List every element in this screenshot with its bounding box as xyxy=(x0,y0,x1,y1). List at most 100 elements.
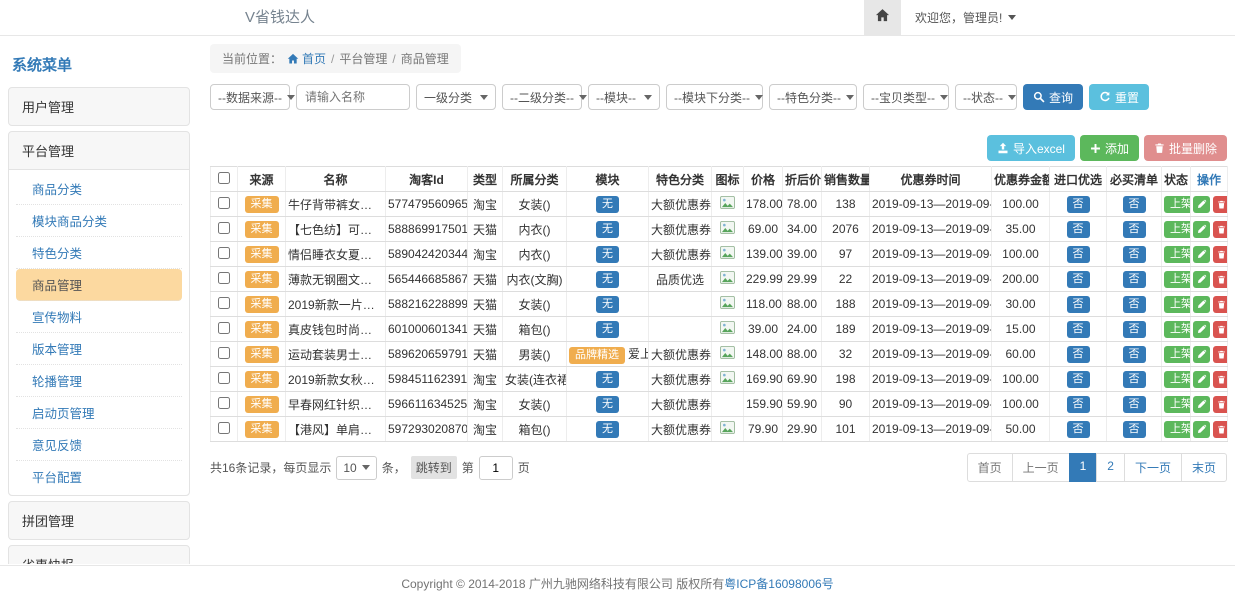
sidebar-item-1-3[interactable]: 商品管理 xyxy=(16,269,182,301)
row-checkbox[interactable] xyxy=(218,222,230,234)
module-none-badge[interactable]: 无 xyxy=(596,421,619,438)
delete-button[interactable] xyxy=(1213,346,1228,363)
imported-toggle-badge[interactable]: 否 xyxy=(1067,396,1090,413)
goods-thumbnail[interactable] xyxy=(720,373,735,387)
sidebar-item-1-2[interactable]: 特色分类 xyxy=(16,237,182,269)
filter-select-8[interactable]: --状态-- xyxy=(955,84,1017,110)
must-buy-toggle-badge[interactable]: 否 xyxy=(1123,196,1146,213)
filter-select-3[interactable]: --二级分类-- xyxy=(502,84,582,110)
module-none-badge[interactable]: 无 xyxy=(596,296,619,313)
sidebar-item-1-6[interactable]: 轮播管理 xyxy=(16,365,182,397)
must-buy-toggle-badge[interactable]: 否 xyxy=(1123,321,1146,338)
sidebar-group-label-1[interactable]: 平台管理 xyxy=(9,132,189,169)
delete-button[interactable] xyxy=(1213,296,1228,313)
page-button-1[interactable]: 上一页 xyxy=(1012,453,1070,482)
goods-thumbnail[interactable] xyxy=(720,298,735,312)
search-button[interactable]: 查询 xyxy=(1023,84,1083,110)
breadcrumb-home-link[interactable]: 首页 xyxy=(287,50,326,67)
delete-button[interactable] xyxy=(1213,396,1228,413)
page-button-5[interactable]: 末页 xyxy=(1181,453,1227,482)
must-buy-toggle-badge[interactable]: 否 xyxy=(1123,271,1146,288)
imported-toggle-badge[interactable]: 否 xyxy=(1067,246,1090,263)
must-buy-toggle-badge[interactable]: 否 xyxy=(1123,296,1146,313)
must-buy-toggle-badge[interactable]: 否 xyxy=(1123,346,1146,363)
delete-button[interactable] xyxy=(1213,221,1228,238)
status-badge[interactable]: 上架 xyxy=(1164,296,1191,313)
delete-button[interactable] xyxy=(1213,271,1228,288)
import-excel-button[interactable]: 导入excel xyxy=(987,135,1075,161)
page-jump-input[interactable] xyxy=(479,456,513,480)
imported-toggle-badge[interactable]: 否 xyxy=(1067,421,1090,438)
imported-toggle-badge[interactable]: 否 xyxy=(1067,321,1090,338)
user-menu[interactable]: 欢迎您，管理员! xyxy=(915,0,1016,35)
module-none-badge[interactable]: 无 xyxy=(596,221,619,238)
filter-select-0[interactable]: --数据来源-- xyxy=(210,84,290,110)
module-none-badge[interactable]: 无 xyxy=(596,371,619,388)
module-none-badge[interactable]: 无 xyxy=(596,321,619,338)
filter-select-6[interactable]: --特色分类-- xyxy=(769,84,857,110)
filter-select-4[interactable]: --模块-- xyxy=(588,84,660,110)
per-page-select[interactable]: 10 xyxy=(336,456,376,480)
delete-button[interactable] xyxy=(1213,371,1228,388)
edit-button[interactable] xyxy=(1193,296,1210,313)
must-buy-toggle-badge[interactable]: 否 xyxy=(1123,371,1146,388)
page-button-4[interactable]: 下一页 xyxy=(1124,453,1182,482)
sidebar-item-1-9[interactable]: 平台配置 xyxy=(16,461,182,492)
row-checkbox[interactable] xyxy=(218,347,230,359)
row-checkbox[interactable] xyxy=(218,297,230,309)
must-buy-toggle-badge[interactable]: 否 xyxy=(1123,396,1146,413)
edit-button[interactable] xyxy=(1193,346,1210,363)
sidebar-item-1-0[interactable]: 商品分类 xyxy=(16,173,182,205)
status-badge[interactable]: 上架 xyxy=(1164,346,1191,363)
goods-thumbnail[interactable] xyxy=(720,248,735,262)
status-badge[interactable]: 上架 xyxy=(1164,246,1191,263)
row-checkbox[interactable] xyxy=(218,247,230,259)
sidebar-item-1-8[interactable]: 意见反馈 xyxy=(16,429,182,461)
must-buy-toggle-badge[interactable]: 否 xyxy=(1123,246,1146,263)
sidebar-item-1-7[interactable]: 启动页管理 xyxy=(16,397,182,429)
sidebar-group-label-0[interactable]: 用户管理 xyxy=(9,88,189,125)
status-badge[interactable]: 上架 xyxy=(1164,371,1191,388)
page-button-0[interactable]: 首页 xyxy=(967,453,1013,482)
reset-button[interactable]: 重置 xyxy=(1089,84,1149,110)
icp-link[interactable]: 粤ICP备16098006号 xyxy=(724,575,833,592)
row-checkbox[interactable] xyxy=(218,322,230,334)
goods-thumbnail[interactable] xyxy=(720,273,735,287)
goods-thumbnail[interactable] xyxy=(720,423,735,437)
row-checkbox[interactable] xyxy=(218,372,230,384)
name-search-input[interactable] xyxy=(296,84,410,110)
home-button[interactable] xyxy=(864,0,901,35)
status-badge[interactable]: 上架 xyxy=(1164,321,1191,338)
delete-button[interactable] xyxy=(1213,196,1228,213)
must-buy-toggle-badge[interactable]: 否 xyxy=(1123,421,1146,438)
module-none-badge[interactable]: 无 xyxy=(596,196,619,213)
delete-button[interactable] xyxy=(1213,321,1228,338)
goods-thumbnail[interactable] xyxy=(720,223,735,237)
status-badge[interactable]: 上架 xyxy=(1164,396,1191,413)
edit-button[interactable] xyxy=(1193,196,1210,213)
row-checkbox[interactable] xyxy=(218,197,230,209)
goods-thumbnail[interactable] xyxy=(720,198,735,212)
status-badge[interactable]: 上架 xyxy=(1164,196,1191,213)
module-none-badge[interactable]: 无 xyxy=(596,246,619,263)
imported-toggle-badge[interactable]: 否 xyxy=(1067,371,1090,388)
select-all-checkbox[interactable] xyxy=(218,172,230,184)
edit-button[interactable] xyxy=(1193,271,1210,288)
edit-button[interactable] xyxy=(1193,221,1210,238)
jump-to-button[interactable]: 跳转到 xyxy=(411,456,457,479)
add-button[interactable]: 添加 xyxy=(1080,135,1139,161)
edit-button[interactable] xyxy=(1193,246,1210,263)
imported-toggle-badge[interactable]: 否 xyxy=(1067,296,1090,313)
sidebar-item-1-4[interactable]: 宣传物料 xyxy=(16,301,182,333)
sidebar-item-1-1[interactable]: 模块商品分类 xyxy=(16,205,182,237)
status-badge[interactable]: 上架 xyxy=(1164,221,1191,238)
filter-select-5[interactable]: --模块下分类-- xyxy=(666,84,763,110)
edit-button[interactable] xyxy=(1193,421,1210,438)
delete-button[interactable] xyxy=(1213,421,1228,438)
filter-select-2[interactable]: 一级分类 xyxy=(416,84,496,110)
status-badge[interactable]: 上架 xyxy=(1164,271,1191,288)
edit-button[interactable] xyxy=(1193,371,1210,388)
filter-select-7[interactable]: --宝贝类型-- xyxy=(863,84,949,110)
edit-button[interactable] xyxy=(1193,396,1210,413)
imported-toggle-badge[interactable]: 否 xyxy=(1067,196,1090,213)
